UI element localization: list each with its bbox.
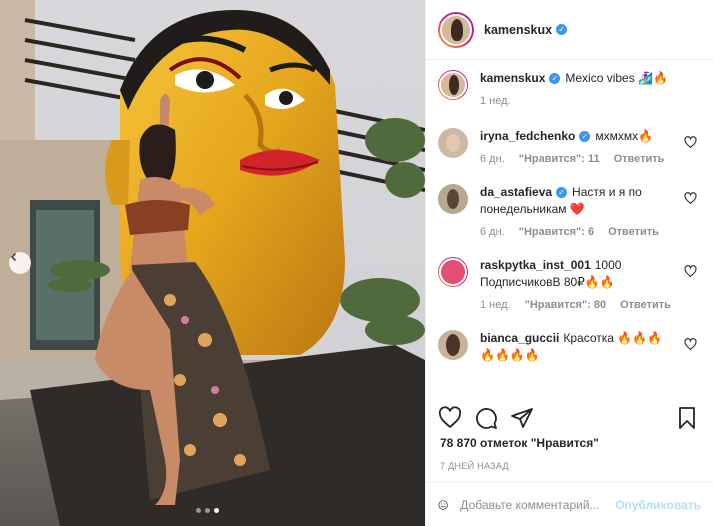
caption-avatar[interactable] — [438, 70, 468, 100]
bookmark-icon[interactable] — [675, 406, 699, 430]
comment-username[interactable]: raskpytka_inst_001 — [480, 258, 591, 272]
author-avatar[interactable] — [438, 11, 474, 48]
comment-username[interactable]: iryna_fedchenko — [480, 129, 575, 143]
comment-like-heart-icon[interactable] — [684, 136, 697, 149]
comment-like-heart-icon[interactable] — [684, 192, 697, 205]
comment-age[interactable]: 6 дн. — [480, 224, 505, 241]
caption-age[interactable]: 1 нед. — [480, 93, 511, 110]
caption: kamenskux ✓ Mexico vibes 🏄🏽‍♀️🔥 1 нед. — [426, 70, 713, 110]
comment-item: raskpytka_inst_001 1000 ПодписчиковВ 80₽🔥… — [426, 257, 713, 314]
verified-badge-icon: ✓ — [556, 24, 568, 35]
carousel-dot-active — [214, 508, 219, 513]
comment-age[interactable]: 1 нед. — [480, 297, 511, 314]
commenter-avatar[interactable] — [438, 257, 468, 287]
comment-age[interactable]: 6 дн. — [480, 151, 505, 168]
post-side-panel: kamenskux ✓ kamenskux ✓ Mexico vibes 🏄🏽‍♀️… — [425, 0, 713, 526]
comment-text: мхмхмх🔥 — [595, 129, 654, 143]
commenter-avatar[interactable] — [438, 330, 468, 360]
comment-icon[interactable] — [474, 406, 498, 430]
previous-image-button[interactable] — [9, 252, 31, 274]
comment-like-heart-icon[interactable] — [684, 265, 697, 278]
comment-likes[interactable]: "Нравится": 6 — [519, 224, 594, 241]
reply-button[interactable]: Ответить — [620, 297, 671, 314]
reply-button[interactable]: Ответить — [614, 151, 665, 168]
commenter-avatar[interactable] — [438, 128, 468, 158]
add-comment-bar: Опубликовать — [426, 482, 713, 526]
comment-item: da_astafieva ✓ Настя и я по понедельникам … — [426, 184, 713, 241]
carousel-dot — [205, 508, 210, 513]
comment-username[interactable]: da_astafieva — [480, 185, 552, 199]
verified-badge-icon: ✓ — [579, 131, 591, 142]
photo-illustration — [0, 0, 425, 526]
comment-item: bianca_guccii Красотка 🔥🔥🔥🔥🔥🔥🔥 — [426, 330, 713, 364]
publish-button[interactable]: Опубликовать — [615, 498, 701, 512]
caption-text: Mexico vibes 🏄🏽‍♀️🔥 — [565, 71, 668, 85]
comment-like-heart-icon[interactable] — [684, 338, 697, 351]
posted-time[interactable]: 7 дней назад — [440, 461, 509, 471]
heart-icon[interactable] — [438, 406, 462, 430]
verified-badge-icon: ✓ — [556, 187, 568, 198]
carousel-dot — [196, 508, 201, 513]
smiley-icon[interactable] — [438, 493, 448, 517]
comment-input[interactable] — [460, 497, 616, 512]
verified-badge-icon: ✓ — [549, 73, 561, 84]
comment-likes[interactable]: "Нравится": 11 — [519, 151, 600, 168]
action-bar — [438, 404, 701, 432]
paper-plane-icon[interactable] — [510, 406, 534, 430]
chevron-left-icon — [10, 252, 17, 262]
carousel-indicator — [196, 508, 219, 513]
post-header: kamenskux ✓ — [426, 0, 713, 60]
reply-button[interactable]: Ответить — [608, 224, 659, 241]
commenter-avatar[interactable] — [438, 184, 468, 214]
comments-list[interactable]: kamenskux ✓ Mexico vibes 🏄🏽‍♀️🔥 1 нед. iry… — [426, 70, 713, 400]
comment-likes[interactable]: "Нравится": 80 — [525, 297, 606, 314]
post-photo[interactable] — [0, 0, 425, 526]
caption-username[interactable]: kamenskux — [480, 71, 545, 85]
comment-username[interactable]: bianca_guccii — [480, 331, 559, 345]
comment-item: iryna_fedchenko ✓ мхмхмх🔥 6 дн. "Нравится"… — [426, 128, 713, 168]
author-username[interactable]: kamenskux — [484, 23, 552, 37]
likes-count[interactable]: 78 870 отметок "Нравится" — [440, 436, 599, 450]
